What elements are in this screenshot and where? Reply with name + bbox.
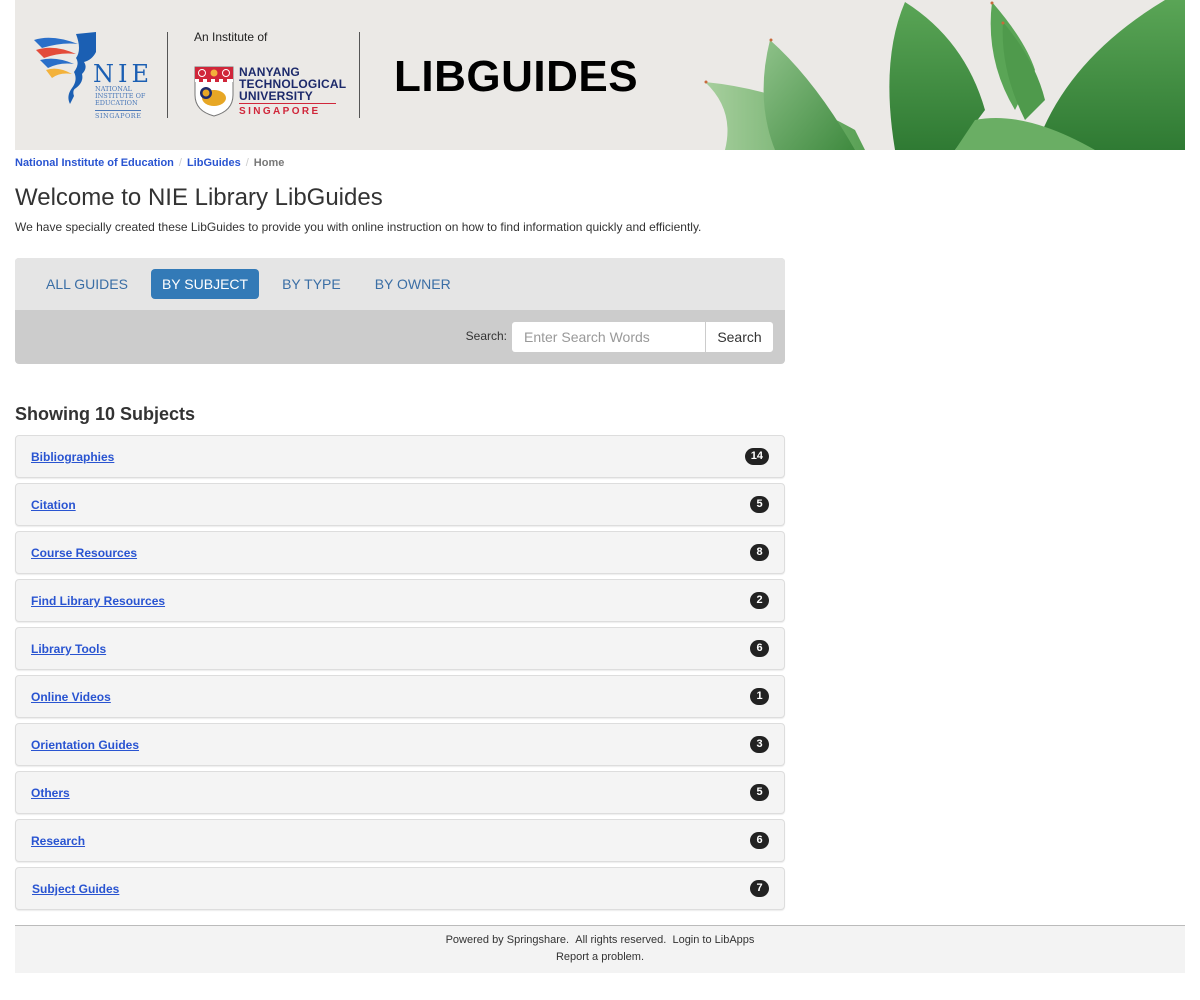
subject-link[interactable]: Library Tools <box>31 642 106 656</box>
guide-count-badge: 1 <box>750 688 769 705</box>
guide-count-badge: 6 <box>750 832 769 849</box>
breadcrumb-item-nie[interactable]: National Institute of Education <box>15 157 174 169</box>
subject-item[interactable]: Citation 5 <box>15 483 785 526</box>
subject-item[interactable]: Online Videos 1 <box>15 675 785 718</box>
nie-subtitle-line: EDUCATION <box>95 99 138 107</box>
guide-count-badge: 14 <box>744 448 769 465</box>
institute-of-label: An Institute of <box>194 30 268 44</box>
guide-count-badge: 5 <box>750 784 769 801</box>
tab-bar: ALL GUIDES BY SUBJECT BY TYPE BY OWNER <box>15 258 785 310</box>
ntu-singapore: SINGAPORE <box>239 103 336 117</box>
subject-list: Bibliographies 14 Citation 5 Course Reso… <box>15 435 785 915</box>
banner-title: LIBGUIDES <box>394 52 639 101</box>
breadcrumb-item-home: Home <box>253 157 285 169</box>
nie-subtitle: NATIONAL INSTITUTE OF EDUCATION <box>95 86 145 107</box>
subject-item[interactable]: Others 5 <box>15 771 785 814</box>
subject-link[interactable]: Find Library Resources <box>31 594 165 608</box>
nie-singapore: SINGAPORE <box>95 110 142 120</box>
subject-link[interactable]: Online Videos <box>31 690 111 704</box>
subject-item[interactable]: Find Library Resources 2 <box>15 579 785 622</box>
ntu-name-line: UNIVERSITY <box>239 89 314 103</box>
intro-text: We have specially created these LibGuide… <box>15 220 702 234</box>
subject-link[interactable]: Orientation Guides <box>31 738 139 752</box>
nie-logo-text: NIE <box>93 60 153 88</box>
rights-text: All rights reserved. <box>575 934 667 946</box>
guide-count-badge: 3 <box>750 736 769 753</box>
report-problem-link[interactable]: Report a problem. <box>556 951 644 963</box>
ntu-crest-icon[interactable] <box>193 65 235 117</box>
guide-count-badge: 2 <box>750 592 769 609</box>
search-input[interactable] <box>511 321 706 353</box>
subject-link[interactable]: Citation <box>31 498 76 512</box>
breadcrumb: National Institute of Education / LibGuide… <box>15 157 284 169</box>
subject-link[interactable]: Bibliographies <box>31 450 114 464</box>
subject-item[interactable]: Bibliographies 14 <box>15 435 785 478</box>
subject-item[interactable]: Research 6 <box>15 819 785 862</box>
search-button[interactable]: Search <box>705 321 774 353</box>
breadcrumb-item-libguides[interactable]: LibGuides <box>187 157 241 169</box>
guide-count-badge: 8 <box>750 544 769 561</box>
page-title: Welcome to NIE Library LibGuides <box>15 184 383 211</box>
subject-link[interactable]: Course Resources <box>31 546 137 560</box>
breadcrumb-separator: / <box>178 157 182 169</box>
search-bar: Search: Search <box>15 310 785 364</box>
guide-count-badge: 6 <box>750 640 769 657</box>
tab-by-owner[interactable]: BY OWNER <box>364 269 462 299</box>
footer: Powered by Springshare. All rights reser… <box>15 925 1185 973</box>
subject-item[interactable]: Orientation Guides 3 <box>15 723 785 766</box>
ntu-name: NANYANG TECHNOLOGICAL UNIVERSITY <box>239 66 346 102</box>
subject-item[interactable]: Library Tools 6 <box>15 627 785 670</box>
tab-by-subject[interactable]: BY SUBJECT <box>150 269 260 299</box>
footer-line: Powered by Springshare. All rights reser… <box>15 934 1185 946</box>
search-label: Search: <box>465 329 507 343</box>
breadcrumb-separator: / <box>245 157 249 169</box>
logo-divider <box>167 32 168 118</box>
succulent-image <box>704 0 1185 150</box>
tab-all-guides[interactable]: ALL GUIDES <box>35 269 139 299</box>
guide-count-badge: 7 <box>750 880 769 897</box>
subjects-count-heading: Showing 10 Subjects <box>15 404 196 424</box>
guide-count-badge: 5 <box>750 496 769 513</box>
subject-item[interactable]: Course Resources 8 <box>15 531 785 574</box>
subject-item[interactable]: Subject Guides 7 <box>15 867 785 910</box>
springshare-link[interactable]: Powered by Springshare. <box>446 934 570 946</box>
login-libapps-link[interactable]: Login to LibApps <box>672 934 754 946</box>
subject-link[interactable]: Others <box>31 786 70 800</box>
header-banner: NIE NATIONAL INSTITUTE OF EDUCATION SING… <box>15 0 1185 150</box>
footer-line: Report a problem. <box>15 951 1185 963</box>
logo-divider <box>359 32 360 118</box>
guide-browse-panel: ALL GUIDES BY SUBJECT BY TYPE BY OWNER S… <box>15 258 785 364</box>
subject-link[interactable]: Research <box>31 834 85 848</box>
tab-by-type[interactable]: BY TYPE <box>271 269 352 299</box>
subject-link[interactable]: Subject Guides <box>32 882 119 896</box>
